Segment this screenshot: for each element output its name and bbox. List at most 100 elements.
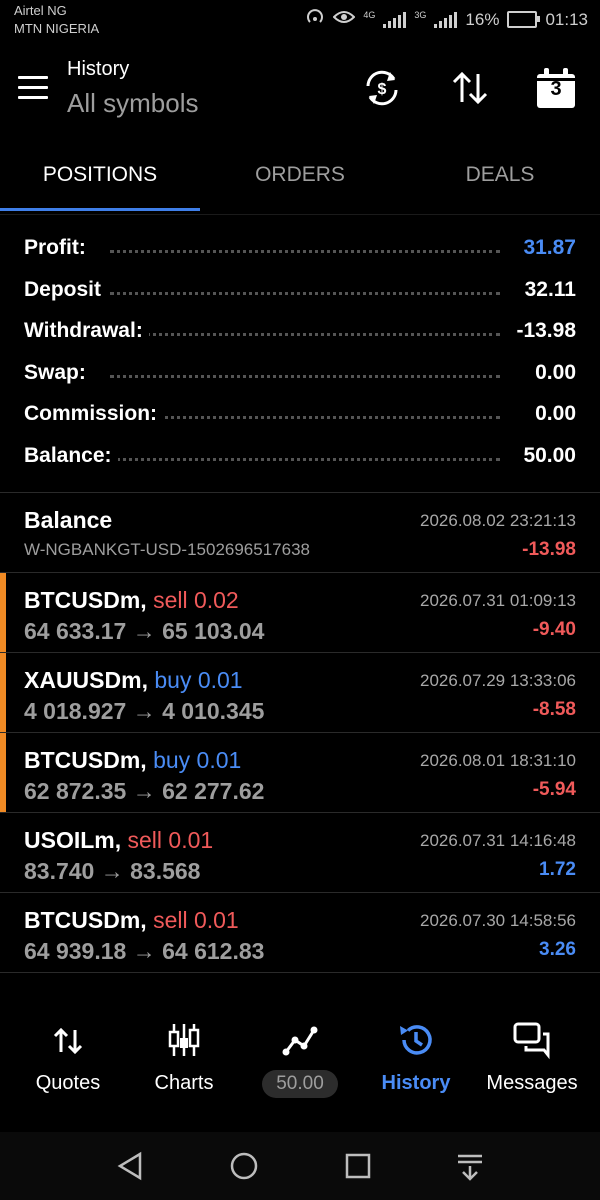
home-icon[interactable]	[224, 1148, 264, 1184]
carrier-secondary: MTN NIGERIA	[14, 21, 100, 36]
calendar-period-number: 3	[550, 78, 562, 100]
battery-icon	[507, 11, 541, 28]
sync-currency-icon[interactable]: $	[360, 66, 404, 110]
dot-leader	[110, 333, 500, 337]
quotes-icon	[48, 1020, 88, 1060]
nav-trade[interactable]: 50.00	[242, 1020, 358, 1098]
item-time: 2026.07.30 14:58:56	[420, 911, 576, 930]
summary-label: Deposit	[24, 277, 108, 302]
history-tabs: POSITIONS ORDERS DEALS	[0, 148, 600, 215]
dot-leader	[110, 374, 500, 378]
swap-value: 0.00	[529, 360, 576, 385]
clock: 01:13	[545, 9, 588, 29]
item-symbol: XAUUSDm,	[24, 667, 148, 693]
status-bar: Airtel NG MTN NIGERIA 4G 3G 16% 01:13	[0, 0, 600, 44]
tab-deals[interactable]: DEALS	[400, 148, 600, 210]
nav-label: Charts	[154, 1072, 214, 1094]
network-type-1: 4G	[363, 9, 376, 20]
item-symbol-line: XAUUSDm, buy 0.01	[24, 667, 243, 694]
item-side: buy 0.01	[153, 747, 242, 773]
item-profit: -8.58	[532, 699, 576, 720]
nav-messages[interactable]: Messages	[474, 1020, 590, 1095]
notification-pulldown-icon[interactable]	[450, 1148, 490, 1184]
item-side: sell 0.01	[127, 827, 214, 853]
profit-value: 31.87	[517, 236, 576, 260]
messages-icon	[512, 1020, 552, 1060]
list-item[interactable]: USOILm, sell 0.01 83.740 → 83.568 2026.0…	[0, 813, 600, 893]
item-time: 2026.08.02 23:21:13	[420, 511, 576, 530]
nav-history[interactable]: History	[358, 1020, 474, 1095]
summary-row-swap: Swap: 0.00	[0, 353, 600, 395]
item-side: sell 0.02	[153, 587, 239, 613]
summary-row-commission: Commission: 0.00	[0, 394, 600, 436]
list-item[interactable]: BTCUSDm, sell 0.02 64 633.17 → 65 103.04…	[0, 573, 600, 653]
hotspot-icon	[305, 8, 325, 31]
signal-icon	[383, 11, 407, 28]
item-time: 2026.08.01 18:31:10	[420, 751, 576, 770]
item-profit: -9.40	[532, 619, 576, 640]
item-symbol: USOILm,	[24, 827, 122, 853]
bottom-navigation: Quotes Charts 50.00 History Messages	[0, 1000, 600, 1130]
item-time: 2026.07.29 13:33:06	[420, 671, 576, 690]
item-prices: 64 633.17 → 65 103.04	[24, 618, 265, 644]
item-symbol: BTCUSDm,	[24, 587, 147, 613]
item-prices: 62 872.35 → 62 277.62	[24, 778, 265, 804]
item-comment: W-NGBANKGT-USD-1502696517638	[24, 540, 310, 559]
item-symbol-line: BTCUSDm, sell 0.02	[24, 587, 239, 614]
summary-row-withdrawal: Withdrawal: -13.98	[0, 311, 600, 353]
nav-label: Quotes	[35, 1072, 101, 1094]
summary-label: Withdrawal:	[24, 319, 149, 344]
summary-row-deposit: Deposit 32.11	[0, 270, 600, 312]
summary-label: Profit:	[24, 236, 92, 260]
list-item[interactable]: BTCUSDm, sell 0.01 64 939.18 → 64 612.83…	[0, 893, 600, 973]
summary-label: Swap:	[24, 360, 92, 385]
item-prices: 83.740 → 83.568	[24, 858, 201, 884]
symbol-filter[interactable]: All symbols	[67, 88, 198, 119]
nav-label: Messages	[486, 1072, 578, 1094]
carrier-primary: Airtel NG	[14, 3, 67, 18]
tab-positions[interactable]: POSITIONS	[0, 148, 200, 210]
nav-label: History	[381, 1072, 451, 1094]
summary-label: Commission:	[24, 402, 164, 427]
item-prices: 64 939.18 → 64 612.83	[24, 938, 265, 964]
item-side: buy 0.01	[154, 667, 243, 693]
network-type-2: 3G	[414, 9, 427, 20]
deposit-value: 32.11	[518, 277, 576, 302]
menu-icon[interactable]	[18, 76, 48, 99]
summary-row-profit: Profit: 31.87	[0, 228, 600, 270]
item-symbol: Balance	[24, 507, 113, 533]
tab-orders[interactable]: ORDERS	[200, 148, 400, 210]
list-item[interactable]: Balance W-NGBANKGT-USD-1502696517638 202…	[0, 493, 600, 573]
svg-text:$: $	[378, 81, 387, 98]
dot-leader	[110, 291, 500, 295]
item-symbol-line: BTCUSDm, sell 0.01	[24, 907, 239, 934]
history-list: Balance W-NGBANKGT-USD-1502696517638 202…	[0, 492, 600, 973]
recents-icon[interactable]	[338, 1148, 378, 1184]
page-title: History	[67, 58, 130, 80]
summary-panel: Profit: 31.87 Deposit 32.11 Withdrawal: …	[0, 228, 600, 478]
item-symbol-line: USOILm, sell 0.01	[24, 827, 213, 854]
commission-value: 0.00	[529, 402, 576, 427]
summary-label: Balance:	[24, 443, 118, 468]
withdrawal-value: -13.98	[510, 319, 576, 344]
dot-leader	[110, 250, 500, 253]
list-item[interactable]: XAUUSDm, buy 0.01 4 018.927 → 4 010.345 …	[0, 653, 600, 733]
calendar-icon[interactable]: 3	[534, 66, 578, 110]
battery-percent: 16%	[465, 9, 500, 29]
active-tab-indicator	[0, 208, 200, 211]
sort-icon[interactable]	[448, 66, 492, 110]
dot-leader	[110, 416, 500, 420]
trade-balance-badge: 50.00	[262, 1070, 338, 1098]
item-profit: -5.94	[532, 779, 576, 800]
item-symbol-line: BTCUSDm, buy 0.01	[24, 747, 241, 774]
item-time: 2026.07.31 01:09:13	[420, 591, 576, 610]
item-prices: 4 018.927 → 4 010.345	[24, 698, 265, 724]
item-time: 2026.07.31 14:16:48	[420, 831, 576, 850]
nav-quotes[interactable]: Quotes	[10, 1020, 126, 1095]
trade-line-icon	[280, 1020, 320, 1060]
back-icon[interactable]	[110, 1148, 150, 1184]
status-icons: 4G 3G 16% 01:13	[305, 8, 588, 31]
eye-icon	[332, 9, 356, 30]
nav-charts[interactable]: Charts	[126, 1020, 242, 1095]
list-item[interactable]: BTCUSDm, buy 0.01 62 872.35 → 62 277.62 …	[0, 733, 600, 813]
